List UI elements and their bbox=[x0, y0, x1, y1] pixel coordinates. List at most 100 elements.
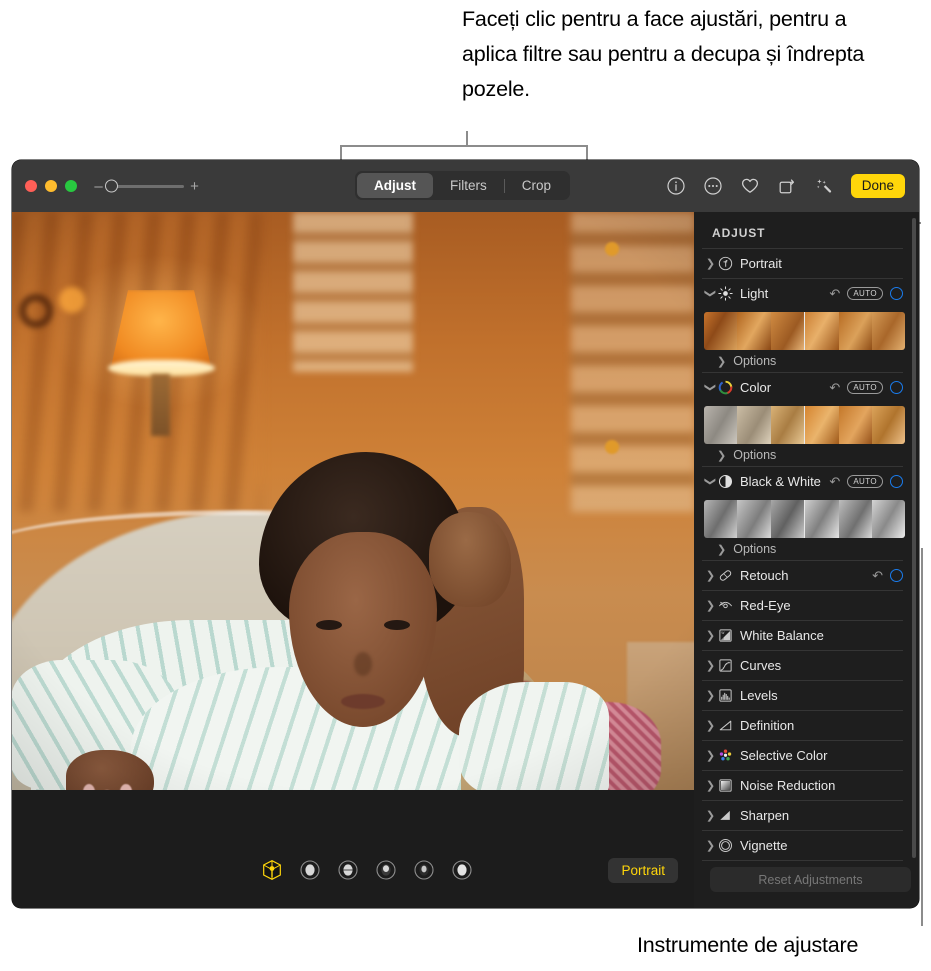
sidebar-item-label: Levels bbox=[740, 688, 778, 703]
portrait-lighting-effects[interactable] bbox=[261, 859, 472, 880]
photos-editor-window: – + Adjust Filters Crop Done Portrait AD… bbox=[12, 160, 919, 908]
adjust-knob[interactable] bbox=[890, 287, 903, 300]
strip-cell bbox=[871, 406, 905, 444]
sidebar-item-white-balance[interactable]: ❯ W B White Balance bbox=[702, 620, 903, 650]
zoom-out-label[interactable]: – bbox=[94, 179, 103, 194]
revert-icon[interactable]: ↶ bbox=[829, 287, 840, 300]
natural-light-effect-icon[interactable] bbox=[261, 859, 281, 880]
black-white-options-row[interactable]: ❯ Options bbox=[702, 538, 903, 560]
bandage-icon bbox=[717, 568, 734, 583]
sidebar-item-label: Color bbox=[740, 380, 772, 395]
options-label: Options bbox=[733, 448, 777, 462]
revert-icon[interactable]: ↶ bbox=[829, 475, 840, 488]
close-window-button[interactable] bbox=[25, 180, 37, 192]
chevron-down-icon[interactable]: ❯ bbox=[704, 475, 717, 488]
chevron-right-icon[interactable]: ❯ bbox=[704, 839, 717, 852]
zoom-window-button[interactable] bbox=[65, 180, 77, 192]
sidebar-item-red-eye[interactable]: ❯ Red-Eye bbox=[702, 590, 903, 620]
sidebar-item-label: Red-Eye bbox=[740, 598, 791, 613]
sidebar-item-color[interactable]: ❯ Color ↶ AUTO bbox=[702, 372, 903, 402]
done-button[interactable]: Done bbox=[850, 174, 905, 198]
sidebar-item-noise-reduction[interactable]: ❯ Noise Reduction bbox=[702, 770, 903, 800]
sidebar-scrollbar[interactable] bbox=[912, 218, 916, 858]
color-options-row[interactable]: ❯ Options bbox=[702, 444, 903, 466]
auto-enhance-icon[interactable] bbox=[814, 176, 834, 196]
info-icon[interactable] bbox=[666, 176, 686, 196]
strip-cell bbox=[737, 406, 771, 444]
sidebar-item-portrait[interactable]: ❯ Portrait bbox=[702, 248, 903, 278]
strip-cell bbox=[704, 312, 738, 350]
rotate-icon[interactable] bbox=[777, 176, 797, 196]
tab-crop[interactable]: Crop bbox=[505, 173, 568, 198]
zoom-slider[interactable]: – + bbox=[94, 179, 199, 194]
light-preview-strip[interactable] bbox=[704, 312, 905, 350]
chevron-right-icon[interactable]: ❯ bbox=[704, 599, 717, 612]
minimize-window-button[interactable] bbox=[45, 180, 57, 192]
tab-filters[interactable]: Filters bbox=[433, 173, 504, 198]
chevron-down-icon[interactable]: ❯ bbox=[704, 381, 717, 394]
favorite-heart-icon[interactable] bbox=[740, 176, 760, 196]
sidebar-item-label: Sharpen bbox=[740, 808, 790, 823]
sidebar-item-levels[interactable]: ❯ Levels bbox=[702, 680, 903, 710]
color-preview-strip[interactable] bbox=[704, 406, 905, 444]
adjust-knob[interactable] bbox=[890, 569, 903, 582]
adjust-knob[interactable] bbox=[890, 475, 903, 488]
sidebar-item-definition[interactable]: ❯ Definition bbox=[702, 710, 903, 740]
zoom-slider-track[interactable] bbox=[105, 179, 184, 193]
chevron-right-icon[interactable]: ❯ bbox=[704, 779, 717, 792]
adjust-knob[interactable] bbox=[890, 381, 903, 394]
chevron-right-icon[interactable]: ❯ bbox=[704, 809, 717, 822]
contour-light-effect-icon[interactable] bbox=[337, 859, 358, 880]
row-controls: ↶ AUTO bbox=[829, 287, 903, 300]
chevron-right-icon[interactable]: ❯ bbox=[704, 749, 717, 762]
chevron-right-icon[interactable]: ❯ bbox=[704, 629, 717, 642]
auto-button[interactable]: AUTO bbox=[847, 475, 883, 488]
revert-icon[interactable]: ↶ bbox=[872, 569, 883, 582]
titlebar-tools: Done bbox=[666, 160, 905, 212]
noise-reduction-icon bbox=[717, 778, 734, 793]
chevron-right-icon[interactable]: ❯ bbox=[717, 355, 726, 368]
studio-light-effect-icon[interactable] bbox=[299, 859, 320, 880]
options-label: Options bbox=[733, 354, 777, 368]
chevron-right-icon[interactable]: ❯ bbox=[704, 689, 717, 702]
more-options-icon[interactable] bbox=[703, 176, 723, 196]
sidebar-item-vignette[interactable]: ❯ Vignette bbox=[702, 830, 903, 860]
adjust-list[interactable]: ❯ Portrait ❯ Light ↶ AUTO ❯ Options ❯ Co… bbox=[694, 248, 919, 862]
sidebar-item-curves[interactable]: ❯ Curves bbox=[702, 650, 903, 680]
zoom-slider-knob[interactable] bbox=[105, 179, 118, 193]
stage-light-effect-icon[interactable] bbox=[375, 859, 396, 880]
selective-color-icon bbox=[717, 748, 734, 763]
portrait-mode-badge[interactable]: Portrait bbox=[608, 857, 678, 883]
chevron-right-icon[interactable]: ❯ bbox=[717, 449, 726, 462]
revert-icon[interactable]: ↶ bbox=[829, 381, 840, 394]
tab-adjust[interactable]: Adjust bbox=[357, 173, 433, 198]
chevron-right-icon[interactable]: ❯ bbox=[704, 719, 717, 732]
sidebar-item-retouch[interactable]: ❯ Retouch ↶ bbox=[702, 560, 903, 590]
sidebar-item-sharpen[interactable]: ❯ Sharpen bbox=[702, 800, 903, 830]
sidebar-item-black-and-white[interactable]: ❯ Black & White ↶ AUTO bbox=[702, 466, 903, 496]
stage-light-mono-effect-icon[interactable] bbox=[413, 859, 434, 880]
callout-top-stem bbox=[466, 131, 468, 146]
chevron-down-icon[interactable]: ❯ bbox=[704, 287, 717, 300]
sidebar-item-selective-color[interactable]: ❯ Selective Color bbox=[702, 740, 903, 770]
sidebar-item-label: Noise Reduction bbox=[740, 778, 836, 793]
callout-bottom-stem bbox=[921, 548, 923, 926]
chevron-right-icon[interactable]: ❯ bbox=[704, 569, 717, 582]
photo-canvas[interactable]: Portrait bbox=[12, 212, 694, 908]
black-white-preview-strip[interactable] bbox=[704, 500, 905, 538]
reset-adjustments-button[interactable]: Reset Adjustments bbox=[710, 867, 911, 892]
sidebar-item-label: Definition bbox=[740, 718, 795, 733]
auto-button[interactable]: AUTO bbox=[847, 381, 883, 394]
callout-top-leg-right bbox=[586, 145, 588, 161]
chevron-right-icon[interactable]: ❯ bbox=[717, 543, 726, 556]
chevron-right-icon[interactable]: ❯ bbox=[704, 659, 717, 672]
mode-segmented-control[interactable]: Adjust Filters Crop bbox=[355, 171, 571, 200]
sidebar-item-light[interactable]: ❯ Light ↶ AUTO bbox=[702, 278, 903, 308]
chevron-right-icon[interactable]: ❯ bbox=[704, 257, 717, 270]
high-key-light-mono-effect-icon[interactable] bbox=[451, 859, 472, 880]
strip-cell bbox=[770, 406, 804, 444]
light-options-row[interactable]: ❯ Options bbox=[702, 350, 903, 372]
zoom-in-label[interactable]: + bbox=[190, 179, 199, 194]
auto-button[interactable]: AUTO bbox=[847, 287, 883, 300]
edited-photo[interactable] bbox=[12, 212, 694, 790]
